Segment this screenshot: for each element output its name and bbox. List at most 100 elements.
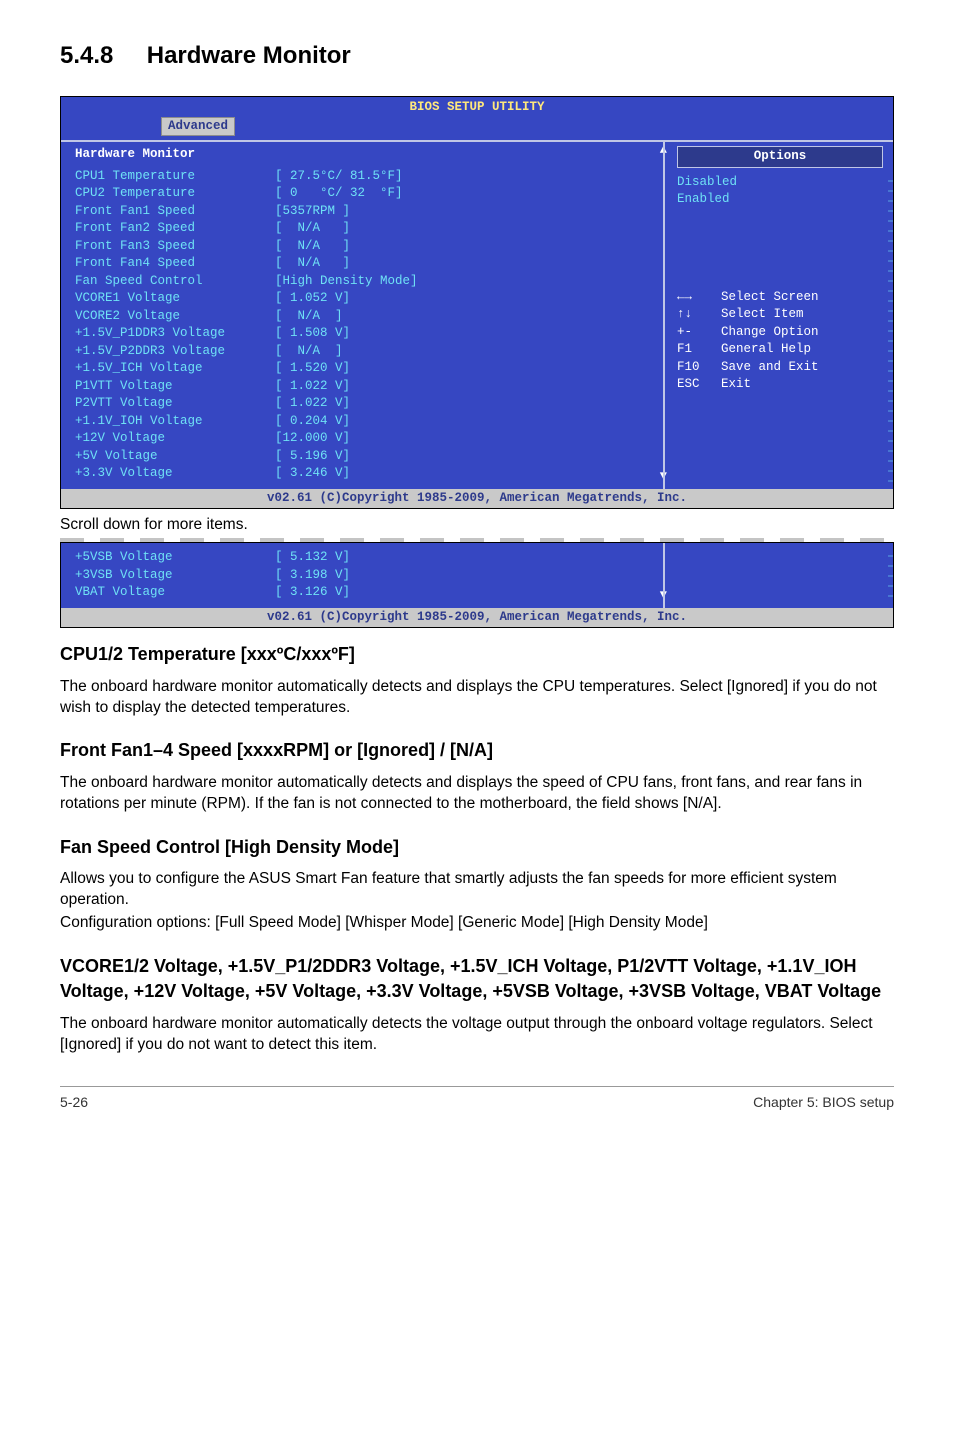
bios-field-value: [ 1.022 V] (275, 395, 350, 413)
bios-data-row[interactable]: +5VSB Voltage[ 5.132 V] (75, 549, 653, 567)
bios-data-row[interactable]: CPU1 Temperature[ 27.5°C/ 81.5°F] (75, 168, 653, 186)
bios-right-pane: Options DisabledEnabled ←→Select Screen↑… (663, 142, 893, 489)
bios-data-row[interactable]: VCORE2 Voltage[ N/A ] (75, 308, 653, 326)
bios-data-row[interactable]: VCORE1 Voltage[ 1.052 V] (75, 290, 653, 308)
bios-field-label: VCORE1 Voltage (75, 290, 275, 308)
bios-data-row[interactable]: +3VSB Voltage[ 3.198 V] (75, 567, 653, 585)
bios-field-value: [5357RPM ] (275, 203, 350, 221)
bios-help-key: ←→ (677, 289, 721, 307)
bios-help-action: Select Screen (721, 289, 819, 307)
bios-help-action: Save and Exit (721, 359, 819, 377)
bios-data-row[interactable]: +1.5V_P1DDR3 Voltage[ 1.508 V] (75, 325, 653, 343)
bios-data-row[interactable]: P1VTT Voltage[ 1.022 V] (75, 378, 653, 396)
bios-panel-main: BIOS SETUP UTILITY Advanced ▲ Hardware M… (60, 96, 894, 509)
bios-field-value: [ 0.204 V] (275, 413, 350, 431)
paragraph-fan-speed: The onboard hardware monitor automatical… (60, 773, 894, 815)
bios-help-key: F1 (677, 341, 721, 359)
bios-field-value: [ 1.520 V] (275, 360, 350, 378)
bios-help-key: F10 (677, 359, 721, 377)
bios-data-row[interactable]: +3.3V Voltage[ 3.246 V] (75, 465, 653, 483)
bios-data-row[interactable]: CPU2 Temperature[ 0 °C/ 32 °F] (75, 185, 653, 203)
section-heading: 5.4.8 Hardware Monitor (60, 40, 894, 72)
bios-field-value: [ N/A ] (275, 220, 350, 238)
bios-field-label: Front Fan4 Speed (75, 255, 275, 273)
paragraph-fan-control-2: Configuration options: [Full Speed Mode]… (60, 913, 894, 934)
bios-field-value: [ 0 °C/ 32 °F] (275, 185, 403, 203)
paragraph-voltages: The onboard hardware monitor automatical… (60, 1014, 894, 1056)
bios-data-row[interactable]: +1.1V_IOH Voltage[ 0.204 V] (75, 413, 653, 431)
heading-voltages: VCORE1/2 Voltage, +1.5V_P1/2DDR3 Voltage… (60, 954, 894, 1004)
bios-option[interactable]: Enabled (677, 191, 883, 209)
bios-help-key: ESC (677, 376, 721, 394)
bios-data-row[interactable]: Front Fan4 Speed[ N/A ] (75, 255, 653, 273)
bios-field-label: +5V Voltage (75, 448, 275, 466)
bios-help-line: F10Save and Exit (677, 359, 883, 377)
options-header: Options (677, 146, 883, 168)
bios-data-row[interactable]: +12V Voltage[12.000 V] (75, 430, 653, 448)
bios-field-label: VCORE2 Voltage (75, 308, 275, 326)
bios-data-row[interactable]: Fan Speed Control[High Density Mode] (75, 273, 653, 291)
bios-field-label: +12V Voltage (75, 430, 275, 448)
bios-field-label: +1.5V_ICH Voltage (75, 360, 275, 378)
bios-help-line: ESCExit (677, 376, 883, 394)
page-divider-dashed (60, 538, 894, 542)
bios-help-line: ↑↓Select Item (677, 306, 883, 324)
bios-group-title: Hardware Monitor (75, 146, 653, 164)
paragraph-cpu-temp: The onboard hardware monitor automatical… (60, 677, 894, 719)
bios-tab-advanced[interactable]: Advanced (161, 117, 235, 137)
bios-field-value: [ N/A ] (275, 255, 350, 273)
bios-field-value: [ 5.132 V] (275, 549, 350, 567)
bios-field-label: Front Fan1 Speed (75, 203, 275, 221)
bios-field-label: Front Fan2 Speed (75, 220, 275, 238)
bios-help-action: General Help (721, 341, 811, 359)
bios-data-row[interactable]: +5V Voltage[ 5.196 V] (75, 448, 653, 466)
bios-field-label: CPU1 Temperature (75, 168, 275, 186)
bios-field-value: [ 1.052 V] (275, 290, 350, 308)
bios-help-line: +-Change Option (677, 324, 883, 342)
bios-data-row[interactable]: Front Fan3 Speed[ N/A ] (75, 238, 653, 256)
bios-option[interactable]: Disabled (677, 174, 883, 192)
bios-title: BIOS SETUP UTILITY (61, 97, 893, 117)
chapter-label: Chapter 5: BIOS setup (753, 1093, 894, 1112)
bios-field-label: +1.5V_P2DDR3 Voltage (75, 343, 275, 361)
bios-field-label: +1.5V_P1DDR3 Voltage (75, 325, 275, 343)
bios-copyright: v02.61 (C)Copyright 1985-2009, American … (61, 489, 893, 509)
heading-fan-control: Fan Speed Control [High Density Mode] (60, 835, 894, 859)
bios-field-label: +1.1V_IOH Voltage (75, 413, 275, 431)
bios-help-key: ↑↓ (677, 306, 721, 324)
bios-help-line: F1General Help (677, 341, 883, 359)
bios-field-label: Fan Speed Control (75, 273, 275, 291)
bios-field-value: [ N/A ] (275, 343, 343, 361)
bios-field-label: +3.3V Voltage (75, 465, 275, 483)
bios-left-pane-2: +5VSB Voltage[ 5.132 V]+3VSB Voltage[ 3.… (61, 543, 663, 608)
bios-field-value: [ 1.022 V] (275, 378, 350, 396)
bios-data-row[interactable]: +1.5V_P2DDR3 Voltage[ N/A ] (75, 343, 653, 361)
bios-help-action: Exit (721, 376, 751, 394)
section-number: 5.4.8 (60, 42, 113, 69)
bios-field-label: +5VSB Voltage (75, 549, 275, 567)
bios-field-value: [ N/A ] (275, 308, 343, 326)
bios-right-pane-2 (663, 543, 893, 608)
bios-data-row[interactable]: +1.5V_ICH Voltage[ 1.520 V] (75, 360, 653, 378)
bios-field-value: [12.000 V] (275, 430, 350, 448)
bios-data-row[interactable]: P2VTT Voltage[ 1.022 V] (75, 395, 653, 413)
bios-help-key: +- (677, 324, 721, 342)
bios-field-label: Front Fan3 Speed (75, 238, 275, 256)
bios-left-pane: ▲ Hardware Monitor CPU1 Temperature[ 27.… (61, 142, 663, 489)
scrollbar-indicator[interactable] (888, 172, 893, 485)
bios-field-label: P2VTT Voltage (75, 395, 275, 413)
bios-field-label: +3VSB Voltage (75, 567, 275, 585)
bios-data-row[interactable]: VBAT Voltage[ 3.126 V] (75, 584, 653, 602)
page-footer: 5-26 Chapter 5: BIOS setup (60, 1086, 894, 1112)
bios-field-label: CPU2 Temperature (75, 185, 275, 203)
heading-fan-speed: Front Fan1–4 Speed [xxxxRPM] or [Ignored… (60, 738, 894, 762)
scrollbar-indicator[interactable] (888, 547, 893, 604)
bios-field-value: [ 5.196 V] (275, 448, 350, 466)
bios-field-label: VBAT Voltage (75, 584, 275, 602)
bios-help-action: Select Item (721, 306, 804, 324)
bios-data-row[interactable]: Front Fan1 Speed[5357RPM ] (75, 203, 653, 221)
bios-help-action: Change Option (721, 324, 819, 342)
bios-help-line: ←→Select Screen (677, 289, 883, 307)
bios-data-row[interactable]: Front Fan2 Speed[ N/A ] (75, 220, 653, 238)
bios-field-value: [ 3.126 V] (275, 584, 350, 602)
